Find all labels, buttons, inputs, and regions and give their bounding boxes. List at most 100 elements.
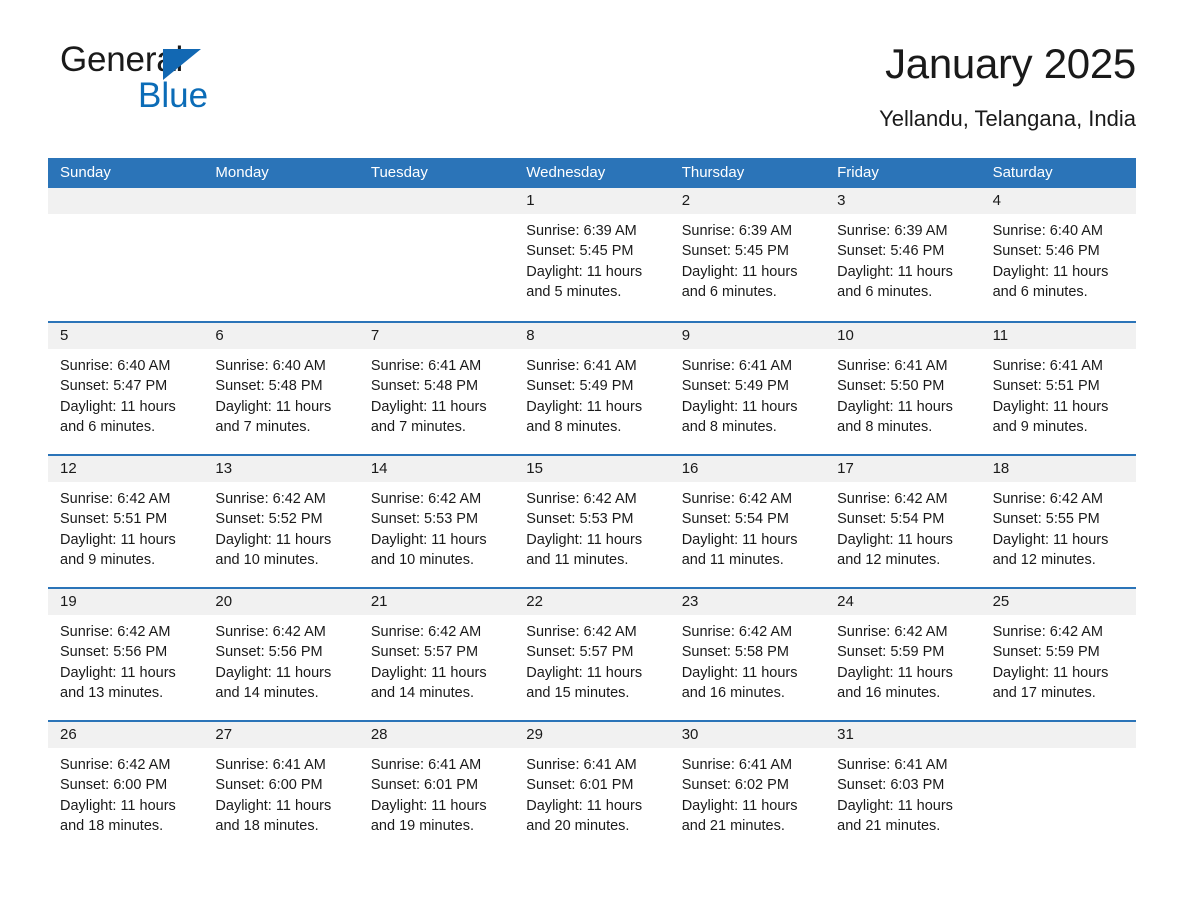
weekday-saturday: Saturday xyxy=(992,164,1053,181)
sunrise-text: Sunrise: 6:39 AM xyxy=(837,223,948,239)
day-cell[interactable] xyxy=(203,188,359,321)
day-number xyxy=(203,188,359,214)
day-number: 6 xyxy=(203,323,359,349)
day-cell[interactable]: 27 Sunrise: 6:41 AM Sunset: 6:00 PM Dayl… xyxy=(203,722,359,853)
day-number: 9 xyxy=(669,323,826,349)
day-details xyxy=(359,214,514,221)
day-number: 7 xyxy=(358,323,515,349)
daylight-text-line2: and 15 minutes. xyxy=(526,684,630,701)
day-details: Sunrise: 6:42 AM Sunset: 5:56 PM Dayligh… xyxy=(48,615,203,703)
sunrise-text: Sunrise: 6:42 AM xyxy=(370,491,482,507)
day-cell[interactable]: 20 Sunrise: 6:42 AM Sunset: 5:56 PM Dayl… xyxy=(203,589,359,720)
daylight-text-line1: Daylight: 11 hours xyxy=(370,531,487,548)
day-cell[interactable]: 17 Sunrise: 6:42 AM Sunset: 5:54 PM Dayl… xyxy=(825,456,981,587)
day-cell[interactable]: 24 Sunrise: 6:42 AM Sunset: 5:59 PM Dayl… xyxy=(825,589,981,720)
day-cell[interactable]: 9 Sunrise: 6:41 AM Sunset: 5:49 PM Dayli… xyxy=(669,323,826,454)
day-cell[interactable] xyxy=(358,188,515,321)
calendar-grid: Sunday Monday Tuesday Wednesday Thursday… xyxy=(48,158,1136,853)
daylight-text-line2: and 16 minutes. xyxy=(837,684,941,701)
sunrise-text: Sunrise: 6:42 AM xyxy=(837,491,948,507)
day-number: 15 xyxy=(514,456,670,482)
week-row: 19 Sunrise: 6:42 AM Sunset: 5:56 PM Dayl… xyxy=(48,587,1136,720)
day-cell[interactable]: 7 Sunrise: 6:41 AM Sunset: 5:48 PM Dayli… xyxy=(358,323,515,454)
day-cell[interactable]: 2 Sunrise: 6:39 AM Sunset: 5:45 PM Dayli… xyxy=(669,188,826,321)
location-subtitle: Yellandu, Telangana, India xyxy=(879,106,1136,131)
daylight-text-line2: and 14 minutes. xyxy=(370,684,475,701)
sunrise-text: Sunrise: 6:41 AM xyxy=(370,757,482,773)
weekday-wednesday: Wednesday xyxy=(526,164,606,181)
sunset-text: Sunset: 5:50 PM xyxy=(837,378,945,395)
day-cell[interactable]: 12 Sunrise: 6:42 AM Sunset: 5:51 PM Dayl… xyxy=(48,456,204,587)
sunset-text: Sunset: 5:56 PM xyxy=(60,644,168,661)
sunset-text: Sunset: 6:02 PM xyxy=(681,777,789,794)
sunrise-text: Sunrise: 6:41 AM xyxy=(992,358,1103,374)
daylight-text-line1: Daylight: 11 hours xyxy=(370,797,487,814)
sunrise-text: Sunrise: 6:41 AM xyxy=(681,757,793,773)
day-cell[interactable]: 18 Sunrise: 6:42 AM Sunset: 5:55 PM Dayl… xyxy=(980,456,1136,587)
day-cell[interactable]: 29 Sunrise: 6:41 AM Sunset: 6:01 PM Dayl… xyxy=(514,722,670,853)
day-cell[interactable] xyxy=(48,188,204,321)
sunrise-text: Sunrise: 6:42 AM xyxy=(215,624,326,640)
day-cell[interactable]: 28 Sunrise: 6:41 AM Sunset: 6:01 PM Dayl… xyxy=(358,722,515,853)
daylight-text-line1: Daylight: 11 hours xyxy=(526,398,643,415)
day-cell[interactable]: 25 Sunrise: 6:42 AM Sunset: 5:59 PM Dayl… xyxy=(980,589,1136,720)
day-number: 4 xyxy=(980,188,1136,214)
day-details xyxy=(48,214,203,221)
day-number: 1 xyxy=(514,188,670,214)
daylight-text-line1: Daylight: 11 hours xyxy=(526,263,643,280)
daylight-text-line2: and 12 minutes. xyxy=(992,551,1096,568)
day-cell[interactable]: 21 Sunrise: 6:42 AM Sunset: 5:57 PM Dayl… xyxy=(358,589,515,720)
daylight-text-line1: Daylight: 11 hours xyxy=(681,664,798,681)
day-details: Sunrise: 6:42 AM Sunset: 5:57 PM Dayligh… xyxy=(359,615,514,703)
daylight-text-line1: Daylight: 11 hours xyxy=(992,664,1109,681)
day-details: Sunrise: 6:41 AM Sunset: 6:01 PM Dayligh… xyxy=(359,748,514,836)
sunset-text: Sunset: 5:57 PM xyxy=(526,644,634,661)
day-details: Sunrise: 6:42 AM Sunset: 5:56 PM Dayligh… xyxy=(203,615,358,703)
day-cell[interactable]: 23 Sunrise: 6:42 AM Sunset: 5:58 PM Dayl… xyxy=(669,589,826,720)
day-cell[interactable]: 8 Sunrise: 6:41 AM Sunset: 5:49 PM Dayli… xyxy=(514,323,670,454)
day-cell[interactable]: 3 Sunrise: 6:39 AM Sunset: 5:46 PM Dayli… xyxy=(825,188,981,321)
day-details: Sunrise: 6:41 AM Sunset: 5:48 PM Dayligh… xyxy=(359,349,514,437)
sunset-text: Sunset: 5:53 PM xyxy=(370,511,479,528)
day-cell[interactable]: 26 Sunrise: 6:42 AM Sunset: 6:00 PM Dayl… xyxy=(48,722,204,853)
day-cell[interactable]: 22 Sunrise: 6:42 AM Sunset: 5:57 PM Dayl… xyxy=(514,589,670,720)
sunset-text: Sunset: 6:01 PM xyxy=(370,777,479,794)
day-cell[interactable]: 15 Sunrise: 6:42 AM Sunset: 5:53 PM Dayl… xyxy=(514,456,670,587)
logo-text-general: General xyxy=(60,42,400,80)
day-cell[interactable]: 14 Sunrise: 6:42 AM Sunset: 5:53 PM Dayl… xyxy=(358,456,515,587)
sunset-text: Sunset: 5:57 PM xyxy=(370,644,479,661)
daylight-text-line1: Daylight: 11 hours xyxy=(992,531,1109,548)
day-cell[interactable]: 10 Sunrise: 6:41 AM Sunset: 5:50 PM Dayl… xyxy=(825,323,981,454)
day-cell[interactable]: 30 Sunrise: 6:41 AM Sunset: 6:02 PM Dayl… xyxy=(669,722,826,853)
day-cell[interactable]: 11 Sunrise: 6:41 AM Sunset: 5:51 PM Dayl… xyxy=(980,323,1136,454)
day-number: 18 xyxy=(980,456,1136,482)
day-cell[interactable]: 13 Sunrise: 6:42 AM Sunset: 5:52 PM Dayl… xyxy=(203,456,359,587)
sunset-text: Sunset: 6:03 PM xyxy=(837,777,945,794)
sunset-text: Sunset: 5:48 PM xyxy=(370,378,479,395)
daylight-text-line1: Daylight: 11 hours xyxy=(681,797,798,814)
day-cell[interactable]: 6 Sunrise: 6:40 AM Sunset: 5:48 PM Dayli… xyxy=(203,323,359,454)
day-number: 31 xyxy=(825,722,981,748)
day-cell[interactable]: 31 Sunrise: 6:41 AM Sunset: 6:03 PM Dayl… xyxy=(825,722,981,853)
daylight-text-line1: Daylight: 11 hours xyxy=(215,664,332,681)
sunrise-text: Sunrise: 6:42 AM xyxy=(526,491,637,507)
day-number: 3 xyxy=(825,188,981,214)
sunrise-text: Sunrise: 6:41 AM xyxy=(837,757,948,773)
day-number: 20 xyxy=(203,589,359,615)
day-details: Sunrise: 6:40 AM Sunset: 5:48 PM Dayligh… xyxy=(203,349,358,437)
day-details: Sunrise: 6:39 AM Sunset: 5:46 PM Dayligh… xyxy=(825,214,980,302)
day-number: 16 xyxy=(669,456,826,482)
day-number: 24 xyxy=(825,589,981,615)
day-cell[interactable]: 19 Sunrise: 6:42 AM Sunset: 5:56 PM Dayl… xyxy=(48,589,204,720)
week-row: 5 Sunrise: 6:40 AM Sunset: 5:47 PM Dayli… xyxy=(48,321,1136,454)
day-details: Sunrise: 6:41 AM Sunset: 5:50 PM Dayligh… xyxy=(825,349,980,437)
day-cell[interactable] xyxy=(980,722,1136,853)
day-cell[interactable]: 4 Sunrise: 6:40 AM Sunset: 5:46 PM Dayli… xyxy=(980,188,1136,321)
sunrise-text: Sunrise: 6:42 AM xyxy=(681,624,793,640)
day-cell[interactable]: 16 Sunrise: 6:42 AM Sunset: 5:54 PM Dayl… xyxy=(669,456,826,587)
day-cell[interactable]: 5 Sunrise: 6:40 AM Sunset: 5:47 PM Dayli… xyxy=(48,323,204,454)
weekday-sunday: Sunday xyxy=(60,164,111,181)
day-cell[interactable]: 1 Sunrise: 6:39 AM Sunset: 5:45 PM Dayli… xyxy=(514,188,670,321)
day-details: Sunrise: 6:41 AM Sunset: 6:02 PM Dayligh… xyxy=(670,748,825,836)
daylight-text-line2: and 8 minutes. xyxy=(526,418,622,435)
